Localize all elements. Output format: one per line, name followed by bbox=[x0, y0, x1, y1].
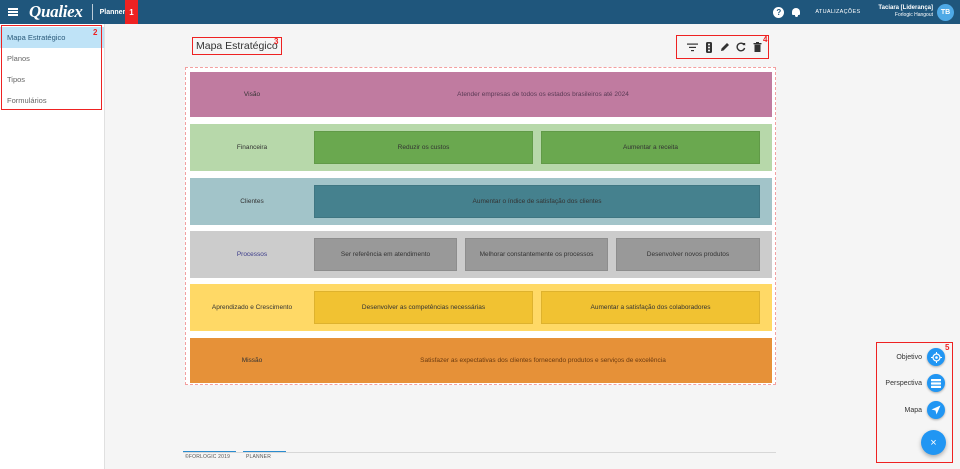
perspective-row-financeira[interactable]: Financeira Reduzir os custos Aumentar a … bbox=[190, 124, 772, 171]
fab-action-label: Objetivo bbox=[896, 353, 922, 361]
perspective-label: Clientes bbox=[240, 198, 264, 205]
footer-copyright: ©FORLOGIC 2019 bbox=[185, 454, 231, 460]
annotation-label-3: 3 bbox=[274, 37, 279, 46]
objectives-container: Desenvolver as competências necessárias … bbox=[314, 291, 772, 324]
objective-card[interactable]: Desenvolver novos produtos bbox=[616, 238, 760, 271]
annotation-label-5: 5 bbox=[945, 343, 950, 352]
vision-statement[interactable]: Atender empresas de todos os estados bra… bbox=[314, 91, 772, 98]
edit-icon[interactable] bbox=[718, 40, 732, 54]
fab-action-label: Perspectiva bbox=[885, 379, 922, 387]
map-toolbar bbox=[680, 37, 770, 57]
user-info[interactable]: Taciara [Liderança] Forlogic Hangout bbox=[878, 5, 933, 19]
objective-card[interactable]: Reduzir os custos bbox=[314, 131, 533, 164]
notification-bell-icon[interactable] bbox=[791, 7, 801, 18]
objective-card[interactable]: Ser referência em atendimento bbox=[314, 238, 457, 271]
header-right: ? ATUALIZAÇÕES Taciara [Liderança] Forlo… bbox=[773, 0, 960, 24]
page-title: Mapa Estratégico bbox=[196, 40, 278, 52]
sidebar: Mapa Estratégico Planos Tipos Formulário… bbox=[0, 24, 105, 469]
objectives-container: Ser referência em atendimento Melhorar c… bbox=[314, 238, 772, 271]
user-name: Taciara [Liderança] bbox=[878, 5, 933, 11]
filter-icon[interactable] bbox=[685, 40, 699, 54]
avatar[interactable]: TB bbox=[937, 3, 954, 21]
fab-action-perspectiva[interactable]: Perspectiva bbox=[885, 374, 945, 392]
sidebar-item-planos[interactable]: Planos bbox=[0, 48, 104, 69]
footer-module: PLANNER bbox=[246, 454, 272, 460]
objective-card[interactable]: Aumentar a satisfação dos colaboradores bbox=[541, 291, 760, 324]
mission-statement[interactable]: Satisfazer as expectativas dos clientes … bbox=[314, 357, 772, 364]
footer-divider bbox=[183, 452, 776, 453]
top-bar: Qualiex Planner ? ATUALIZAÇÕES Taciara [… bbox=[0, 0, 960, 24]
sidebar-item-mapa-estrategico[interactable]: Mapa Estratégico bbox=[0, 27, 104, 48]
annotation-label-4: 4 bbox=[763, 35, 768, 44]
perspective-label: Financeira bbox=[236, 144, 268, 151]
perspective-label: Missão bbox=[241, 357, 263, 364]
objective-card[interactable]: Melhorar constantemente os processos bbox=[465, 238, 608, 271]
hamburger-menu-icon[interactable] bbox=[0, 0, 26, 24]
annotation-label-1: 1 bbox=[125, 0, 138, 24]
refresh-icon[interactable] bbox=[734, 40, 748, 54]
perspective-label: Aprendizado e Crescimento bbox=[211, 304, 293, 311]
target-icon[interactable] bbox=[927, 348, 945, 366]
perspective-row-processos[interactable]: Processos Ser referência em atendimento … bbox=[190, 231, 772, 278]
strategic-map: Visão Atender empresas de todos os estad… bbox=[185, 67, 776, 385]
close-icon[interactable]: × bbox=[921, 430, 946, 455]
objective-card[interactable]: Aumentar o índice de satisfação dos clie… bbox=[314, 185, 760, 218]
help-icon[interactable]: ? bbox=[773, 6, 785, 18]
fab-action-label: Mapa bbox=[904, 406, 922, 414]
perspective-row-visao[interactable]: Visão Atender empresas de todos os estad… bbox=[190, 72, 772, 117]
objective-card[interactable]: Desenvolver as competências necessárias bbox=[314, 291, 533, 324]
fab-action-mapa[interactable]: Mapa bbox=[904, 401, 945, 419]
sidebar-item-tipos[interactable]: Tipos bbox=[0, 69, 104, 90]
fab-speed-dial: Objetivo Perspectiva Mapa × bbox=[876, 342, 953, 463]
module-selector-label: Planner bbox=[99, 8, 126, 16]
layers-icon[interactable] bbox=[927, 374, 945, 392]
objective-card[interactable]: Aumentar a receita bbox=[541, 131, 760, 164]
annotation-label-2: 2 bbox=[93, 28, 98, 37]
updates-link[interactable]: ATUALIZAÇÕES bbox=[815, 9, 860, 15]
objectives-container: Aumentar o índice de satisfação dos clie… bbox=[314, 185, 772, 218]
user-org: Forlogic Hangout bbox=[894, 12, 933, 18]
perspective-row-missao[interactable]: Missão Satisfazer as expectativas dos cl… bbox=[190, 338, 772, 383]
perspective-row-clientes[interactable]: Clientes Aumentar o índice de satisfação… bbox=[190, 178, 772, 225]
fab-action-objetivo[interactable]: Objetivo bbox=[896, 348, 945, 366]
send-icon[interactable] bbox=[927, 401, 945, 419]
bullets-icon[interactable] bbox=[702, 40, 716, 54]
perspective-label: Processos bbox=[236, 251, 268, 258]
sidebar-item-formularios[interactable]: Formulários bbox=[0, 90, 104, 111]
perspective-row-aprendizado[interactable]: Aprendizado e Crescimento Desenvolver as… bbox=[190, 284, 772, 331]
perspective-label: Visão bbox=[243, 91, 261, 98]
header-divider bbox=[91, 4, 93, 20]
objectives-container: Reduzir os custos Aumentar a receita bbox=[314, 131, 772, 164]
app-logo[interactable]: Qualiex bbox=[29, 2, 83, 22]
